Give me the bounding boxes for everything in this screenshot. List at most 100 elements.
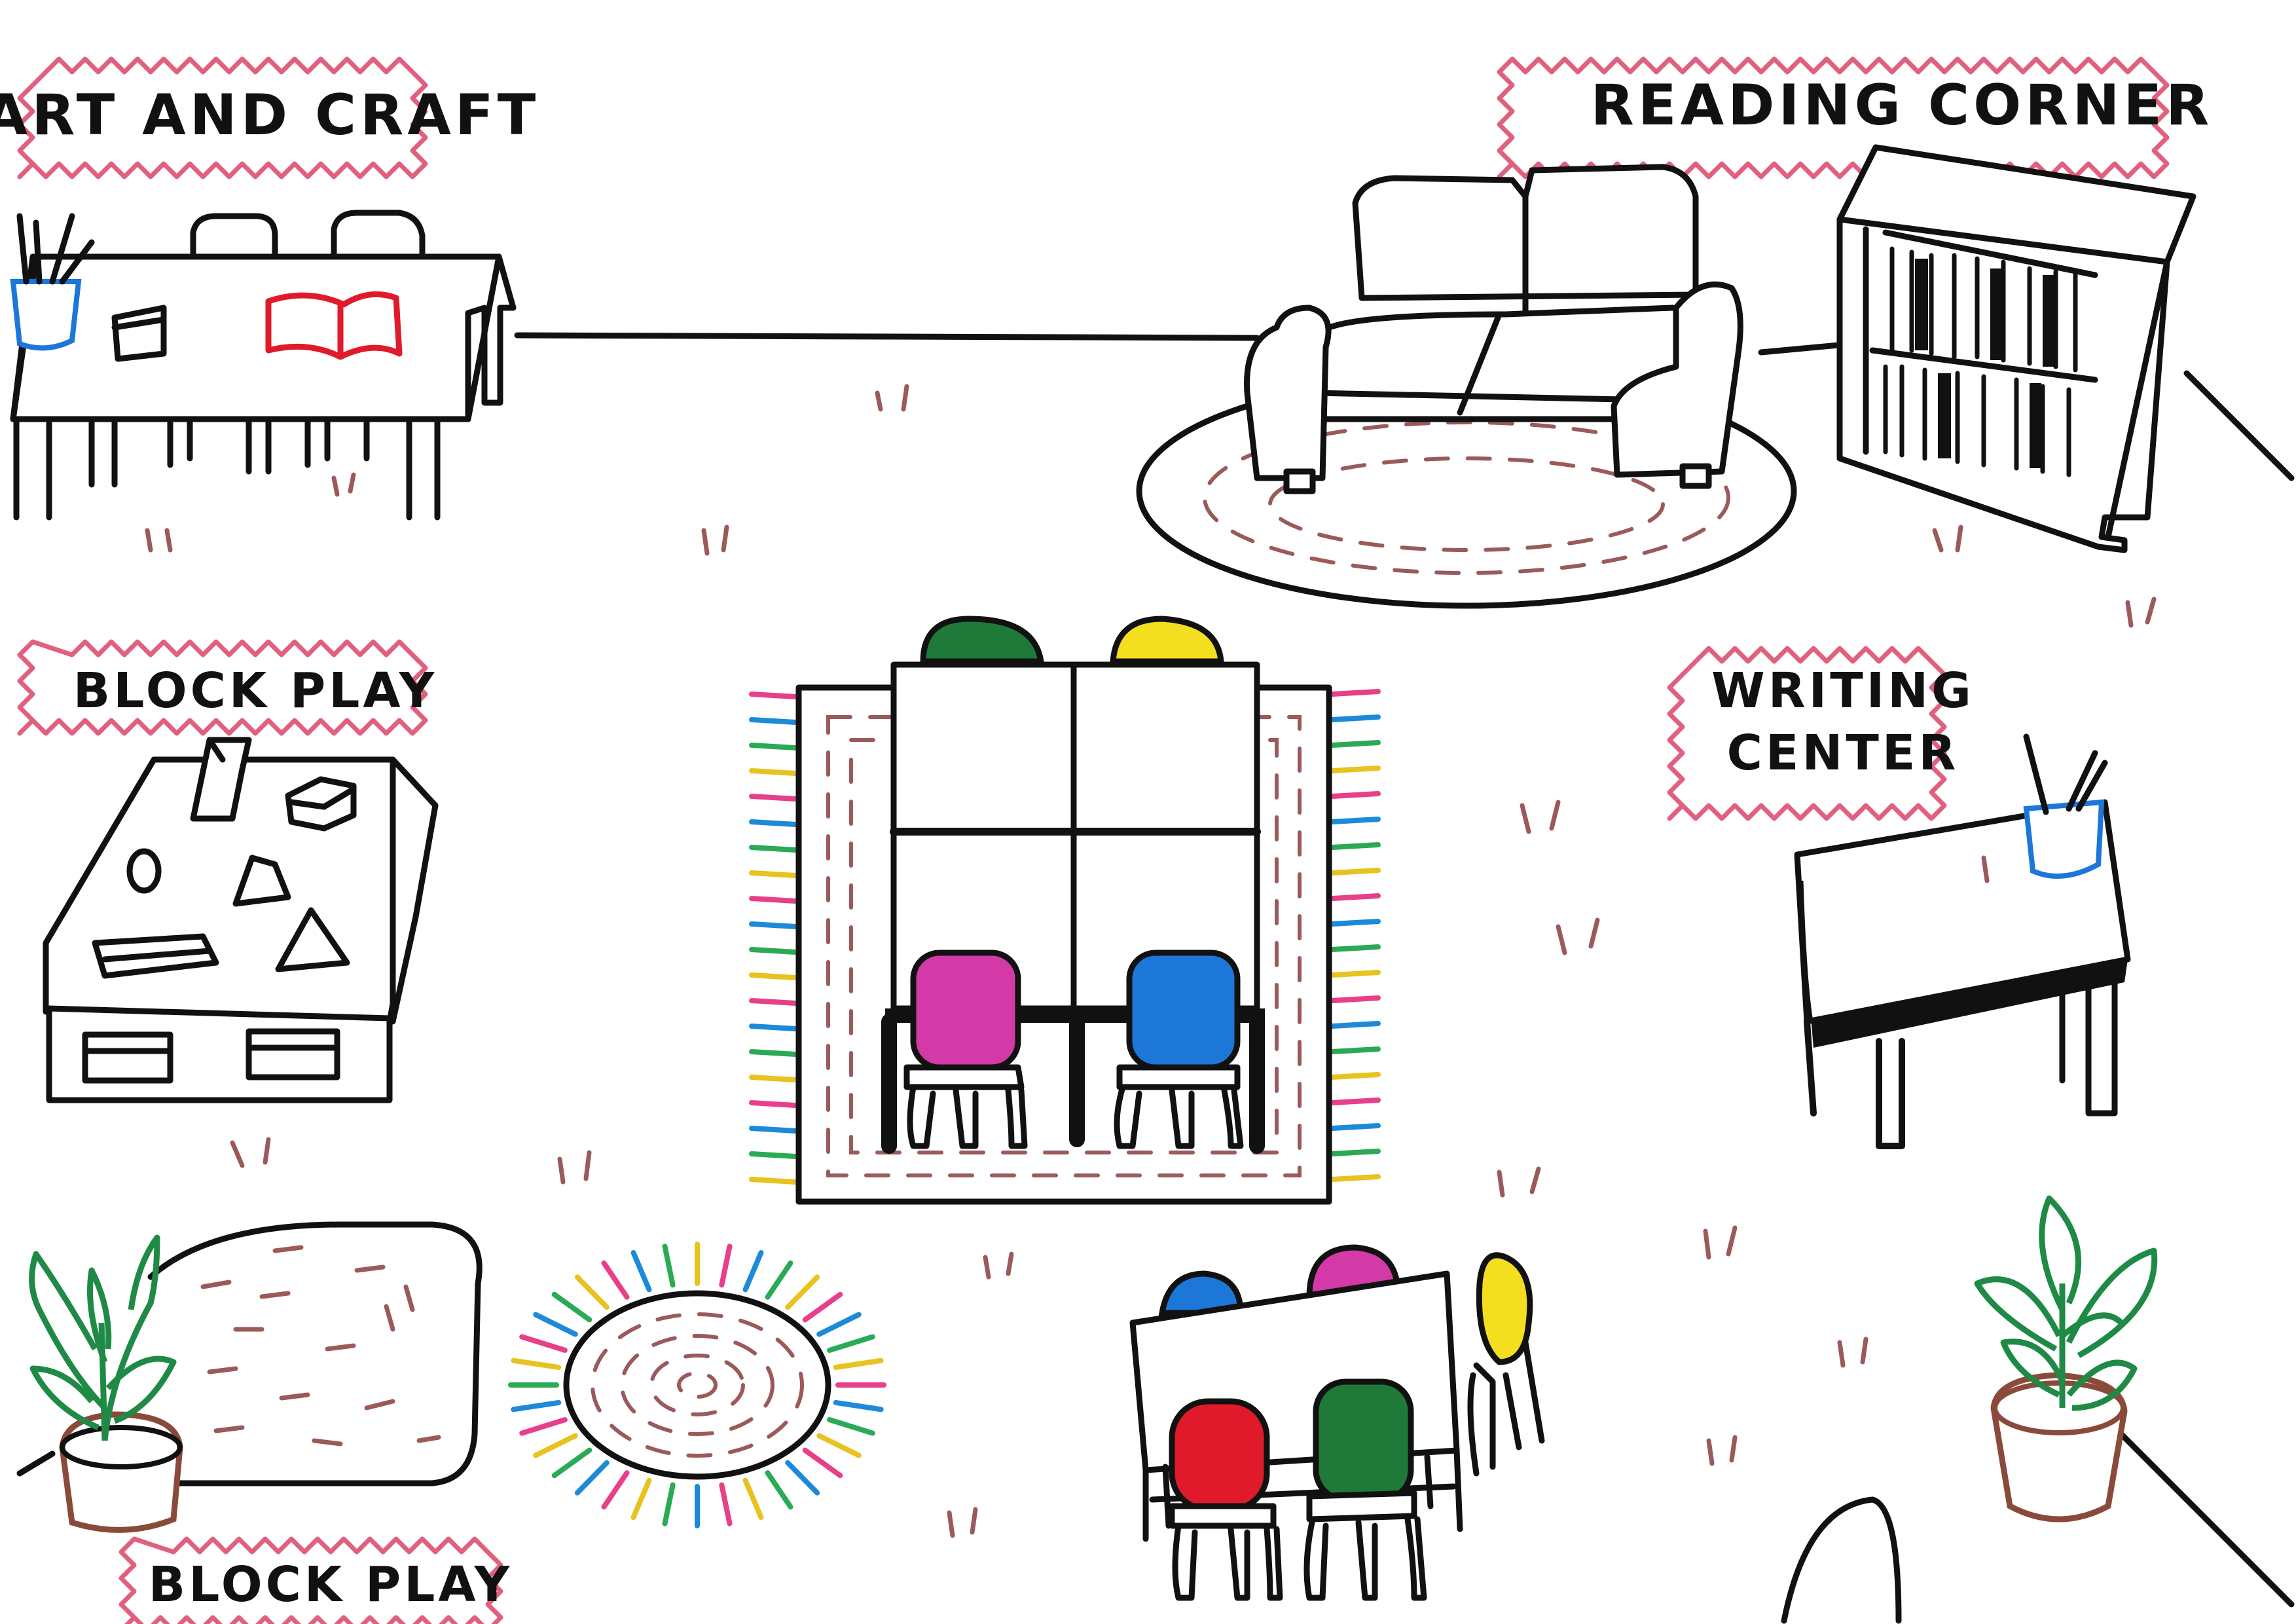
rug-fringe-left <box>749 1100 798 1108</box>
rug-fringe-left <box>749 896 798 904</box>
play-mat-icon <box>147 1221 483 1486</box>
art-table-icon <box>10 210 517 521</box>
rug-ray <box>785 1460 820 1496</box>
rug-ray <box>601 1260 630 1300</box>
writing-center-label-line1: WRITING <box>1711 663 1975 719</box>
rug-ray <box>574 1460 610 1496</box>
rug-fringe-left <box>749 947 798 955</box>
block-play-bottom-label: BLOCK PLAY <box>149 1557 513 1613</box>
rug-ray <box>833 1357 884 1371</box>
rug-fringe-left <box>749 1151 798 1159</box>
reading-corner-label: READING CORNER <box>1591 73 2214 138</box>
rug-fringe-right <box>1330 1098 1381 1105</box>
rug-fringe-left <box>749 921 798 929</box>
label-block-play-bottom: BLOCK PLAY <box>118 1536 513 1624</box>
rug-ray <box>742 1249 764 1293</box>
chair-magenta <box>910 950 1021 1071</box>
rug-fringe-left <box>749 845 798 853</box>
rug-ray <box>551 1291 592 1323</box>
rug-fringe-right <box>1330 944 1381 952</box>
rug-fringe-right <box>1330 919 1381 927</box>
rug-ray <box>511 1399 562 1412</box>
label-art-and-craft: ART AND CRAFT <box>0 56 539 179</box>
label-writing-center: WRITING CENTER <box>1667 646 1975 821</box>
group-table-icon <box>881 616 1265 1154</box>
rug-fringe-left <box>749 1049 798 1057</box>
potted-plant-icon <box>29 1234 183 1533</box>
rug-fringe-right <box>1330 791 1381 799</box>
chair-yellow <box>1110 616 1224 665</box>
rug-ray <box>816 1312 862 1337</box>
rug-fringe-left <box>749 743 798 750</box>
chair-green-front <box>1313 1378 1414 1503</box>
rug-ray <box>719 1244 733 1288</box>
round-rug-icon <box>508 1242 886 1528</box>
rug-fringe-left <box>749 972 798 980</box>
writing-center-label-line2: CENTER <box>1727 725 1959 781</box>
chair-red <box>1169 1398 1270 1513</box>
rug-fringe-right <box>1330 842 1381 850</box>
bottom-group-table-icon <box>1129 1244 1545 1601</box>
rug-fringe-right <box>1330 714 1381 722</box>
rug-fringe-left <box>749 1126 798 1134</box>
rug-ray <box>574 1274 610 1310</box>
rug-fringe-left <box>749 692 798 699</box>
rug-ray <box>533 1433 578 1458</box>
rug-fringe-left <box>749 1075 798 1082</box>
rug-fringe-left <box>749 768 798 776</box>
sofa-icon <box>1244 164 1743 494</box>
rug-ray <box>816 1433 862 1458</box>
rug-ray <box>519 1417 568 1436</box>
rug-ray <box>785 1274 820 1310</box>
rug-fringe-right <box>1330 893 1381 901</box>
chair-blue <box>1126 950 1241 1071</box>
rug-ray <box>802 1447 843 1479</box>
rug-fringe-right <box>1330 1149 1381 1156</box>
chair-yellow-side <box>1476 1252 1533 1365</box>
rug-ray <box>765 1470 793 1510</box>
rug-ray <box>533 1312 578 1337</box>
rug-ray <box>833 1399 884 1412</box>
rug-fringe-right <box>1330 740 1381 748</box>
rug-ray <box>630 1477 652 1521</box>
rug-ray <box>519 1334 568 1353</box>
rug-ray <box>630 1249 652 1293</box>
rug-fringe-right <box>1330 995 1381 1003</box>
rug-fringe-right <box>1330 817 1381 824</box>
rug-ray <box>662 1244 676 1288</box>
rug-fringe-left <box>749 1177 798 1185</box>
rug-fringe-right <box>1330 766 1381 773</box>
rug-fringe-right <box>1330 1174 1381 1182</box>
chair-green <box>920 616 1045 665</box>
potted-plant-right-icon <box>1974 1195 2158 1522</box>
rug-ray <box>802 1291 843 1323</box>
rug-fringe-right <box>1330 1123 1381 1131</box>
rug-ray <box>827 1417 875 1436</box>
rug-fringe-right <box>1330 970 1381 978</box>
rug-fringe-right <box>1330 689 1381 697</box>
rug-fringe-right <box>1330 1046 1381 1054</box>
rug-fringe-left <box>749 794 798 802</box>
art-and-craft-label: ART AND CRAFT <box>0 83 539 148</box>
book-icon <box>265 291 403 360</box>
rug-fringe-left <box>749 1024 798 1031</box>
label-block-play-top: BLOCK PLAY <box>17 639 437 736</box>
rug-fringe-right <box>1330 868 1381 876</box>
classroom-layout-drawing: ART AND CRAFT READING CORNER BLOCK PLAY … <box>0 56 2295 1624</box>
rug-ray <box>662 1482 676 1526</box>
rug-fringe-left <box>749 998 798 1006</box>
pencil-cup-icon <box>10 279 82 351</box>
rug-fringe-right <box>1330 1072 1381 1080</box>
label-reading-corner: READING CORNER <box>1497 56 2214 179</box>
rug-fringe-left <box>749 717 798 725</box>
rug-ray <box>827 1334 875 1353</box>
rug-ray <box>551 1447 592 1479</box>
block-table-icon <box>43 737 439 1103</box>
block-play-top-label: BLOCK PLAY <box>73 663 437 719</box>
rug-ray <box>742 1477 764 1521</box>
rug-fringe-right <box>1330 1021 1381 1029</box>
rug-ray <box>719 1482 733 1526</box>
rug-ray <box>765 1260 793 1300</box>
pencil-cup-icon <box>2023 799 2105 879</box>
rug-fringe-left <box>749 819 798 827</box>
